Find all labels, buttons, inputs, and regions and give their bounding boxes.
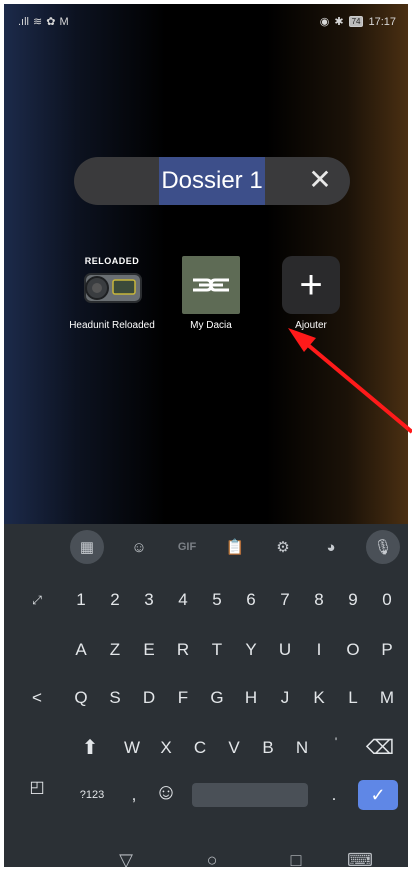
battery-icon: 74 (348, 16, 364, 27)
headunit-reloaded-icon: RELOADED (72, 256, 152, 314)
recents-icon[interactable]: □ (276, 850, 316, 867)
headunit-device-icon (84, 273, 142, 303)
comma-key[interactable]: , (122, 777, 146, 813)
key-c[interactable]: C (185, 730, 215, 766)
key-w[interactable]: W (117, 730, 147, 766)
key-6[interactable]: 6 (236, 582, 266, 618)
key-l[interactable]: L (338, 680, 368, 716)
bluetooth-icon: ✱ (334, 16, 344, 28)
enter-button[interactable]: ✓ (358, 780, 398, 810)
key-2[interactable]: 2 (100, 582, 130, 618)
signal-icon: .ıll (18, 15, 29, 28)
emoji-icon[interactable]: ☺ (150, 774, 182, 810)
keyboard-toolbar: ▦ ☺ GIF 📋 ⚙ ◕ 🎙 (4, 524, 408, 570)
my-dacia-icon (182, 256, 240, 314)
keyboard: ▦ ☺ GIF 📋 ⚙ ◕ 🎙 ⤢ 1 2 3 4 5 6 7 8 9 0 A … (4, 524, 408, 867)
status-bar: .ıll ≋ ✿ M ◉ ✱ 74 17:17 (4, 4, 408, 38)
key-q[interactable]: Q (66, 680, 96, 716)
keyboard-switch-icon[interactable]: ⌨ (340, 850, 380, 867)
key-u[interactable]: U (270, 632, 300, 668)
app-ajouter[interactable]: + Ajouter (261, 256, 361, 331)
key-m[interactable]: M (372, 680, 402, 716)
key-f[interactable]: F (168, 680, 198, 716)
home-icon[interactable]: ○ (192, 850, 232, 867)
key-9[interactable]: 9 (338, 582, 368, 618)
phone-screen: .ıll ≋ ✿ M ◉ ✱ 74 17:17 Dossier 1 ✕ RELO… (4, 4, 408, 867)
key-z[interactable]: Z (100, 632, 130, 668)
folder-title-bar: Dossier 1 ✕ (74, 157, 350, 205)
key-t[interactable]: T (202, 632, 232, 668)
back-icon[interactable]: ▽ (106, 850, 146, 867)
add-icon: + (282, 256, 340, 314)
key-v[interactable]: V (219, 730, 249, 766)
gif-button[interactable]: GIF (170, 530, 204, 564)
key-x[interactable]: X (151, 730, 181, 766)
key-n[interactable]: N (287, 730, 317, 766)
wifi-icon: ≋ (33, 16, 43, 28)
clipboard-icon[interactable]: 📋 (218, 530, 252, 564)
app-label: Headunit Reloaded (69, 320, 155, 331)
app-label: Ajouter (295, 320, 327, 331)
app-headunit-reloaded[interactable]: RELOADED Headunit Reloaded (62, 256, 162, 331)
status-left: .ıll ≋ ✿ M (18, 15, 69, 29)
backspace-icon[interactable]: ⌫ (362, 730, 398, 766)
resize-icon[interactable]: ⤢ (22, 582, 52, 618)
key-3[interactable]: 3 (134, 582, 164, 618)
key-a[interactable]: A (66, 632, 96, 668)
nfc-icon: ✿ (46, 16, 56, 28)
close-icon[interactable]: ✕ (304, 165, 336, 197)
app-label: My Dacia (190, 320, 232, 331)
key-1[interactable]: 1 (66, 582, 96, 618)
key-k[interactable]: K (304, 680, 334, 716)
grid-icon[interactable]: ▦ (70, 530, 104, 564)
key-apostrophe[interactable]: ' (321, 724, 351, 760)
key-i[interactable]: I (304, 632, 334, 668)
shift-icon[interactable]: ⬆ (74, 730, 106, 766)
period-key[interactable]: . (322, 777, 346, 813)
status-right: ◉ ✱ 74 17:17 (319, 15, 396, 29)
key-d[interactable]: D (134, 680, 164, 716)
key-r[interactable]: R (168, 632, 198, 668)
navigation-bar: ▽ ○ □ ⌨ (4, 844, 408, 867)
key-5[interactable]: 5 (202, 582, 232, 618)
reloaded-badge-text: RELOADED (84, 256, 140, 266)
dacia-logo-icon (193, 278, 229, 292)
gear-icon[interactable]: ⚙ (266, 530, 300, 564)
floating-keyboard-icon[interactable]: ◰ (22, 770, 52, 806)
key-b[interactable]: B (253, 730, 283, 766)
symbols-key[interactable]: ?123 (72, 777, 112, 813)
space-bar[interactable] (192, 783, 308, 807)
key-o[interactable]: O (338, 632, 368, 668)
sticker-icon[interactable]: ☺ (122, 530, 156, 564)
mic-icon[interactable]: 🎙 (366, 530, 400, 564)
key-h[interactable]: H (236, 680, 266, 716)
key-p[interactable]: P (372, 632, 402, 668)
eye-icon: ◉ (319, 16, 330, 28)
key-g[interactable]: G (202, 680, 232, 716)
key-7[interactable]: 7 (270, 582, 300, 618)
gmail-icon: M (59, 15, 69, 28)
app-my-dacia[interactable]: My Dacia (161, 256, 261, 331)
key-y[interactable]: Y (236, 632, 266, 668)
key-j[interactable]: J (270, 680, 300, 716)
key-4[interactable]: 4 (168, 582, 198, 618)
key-8[interactable]: 8 (304, 582, 334, 618)
cursor-left-icon[interactable]: < (22, 680, 52, 716)
key-e[interactable]: E (134, 632, 164, 668)
palette-icon[interactable]: ◕ (314, 530, 348, 564)
folder-name-input[interactable]: Dossier 1 (159, 157, 265, 205)
key-0[interactable]: 0 (372, 582, 402, 618)
clock: 17:17 (368, 15, 396, 28)
key-s[interactable]: S (100, 680, 130, 716)
